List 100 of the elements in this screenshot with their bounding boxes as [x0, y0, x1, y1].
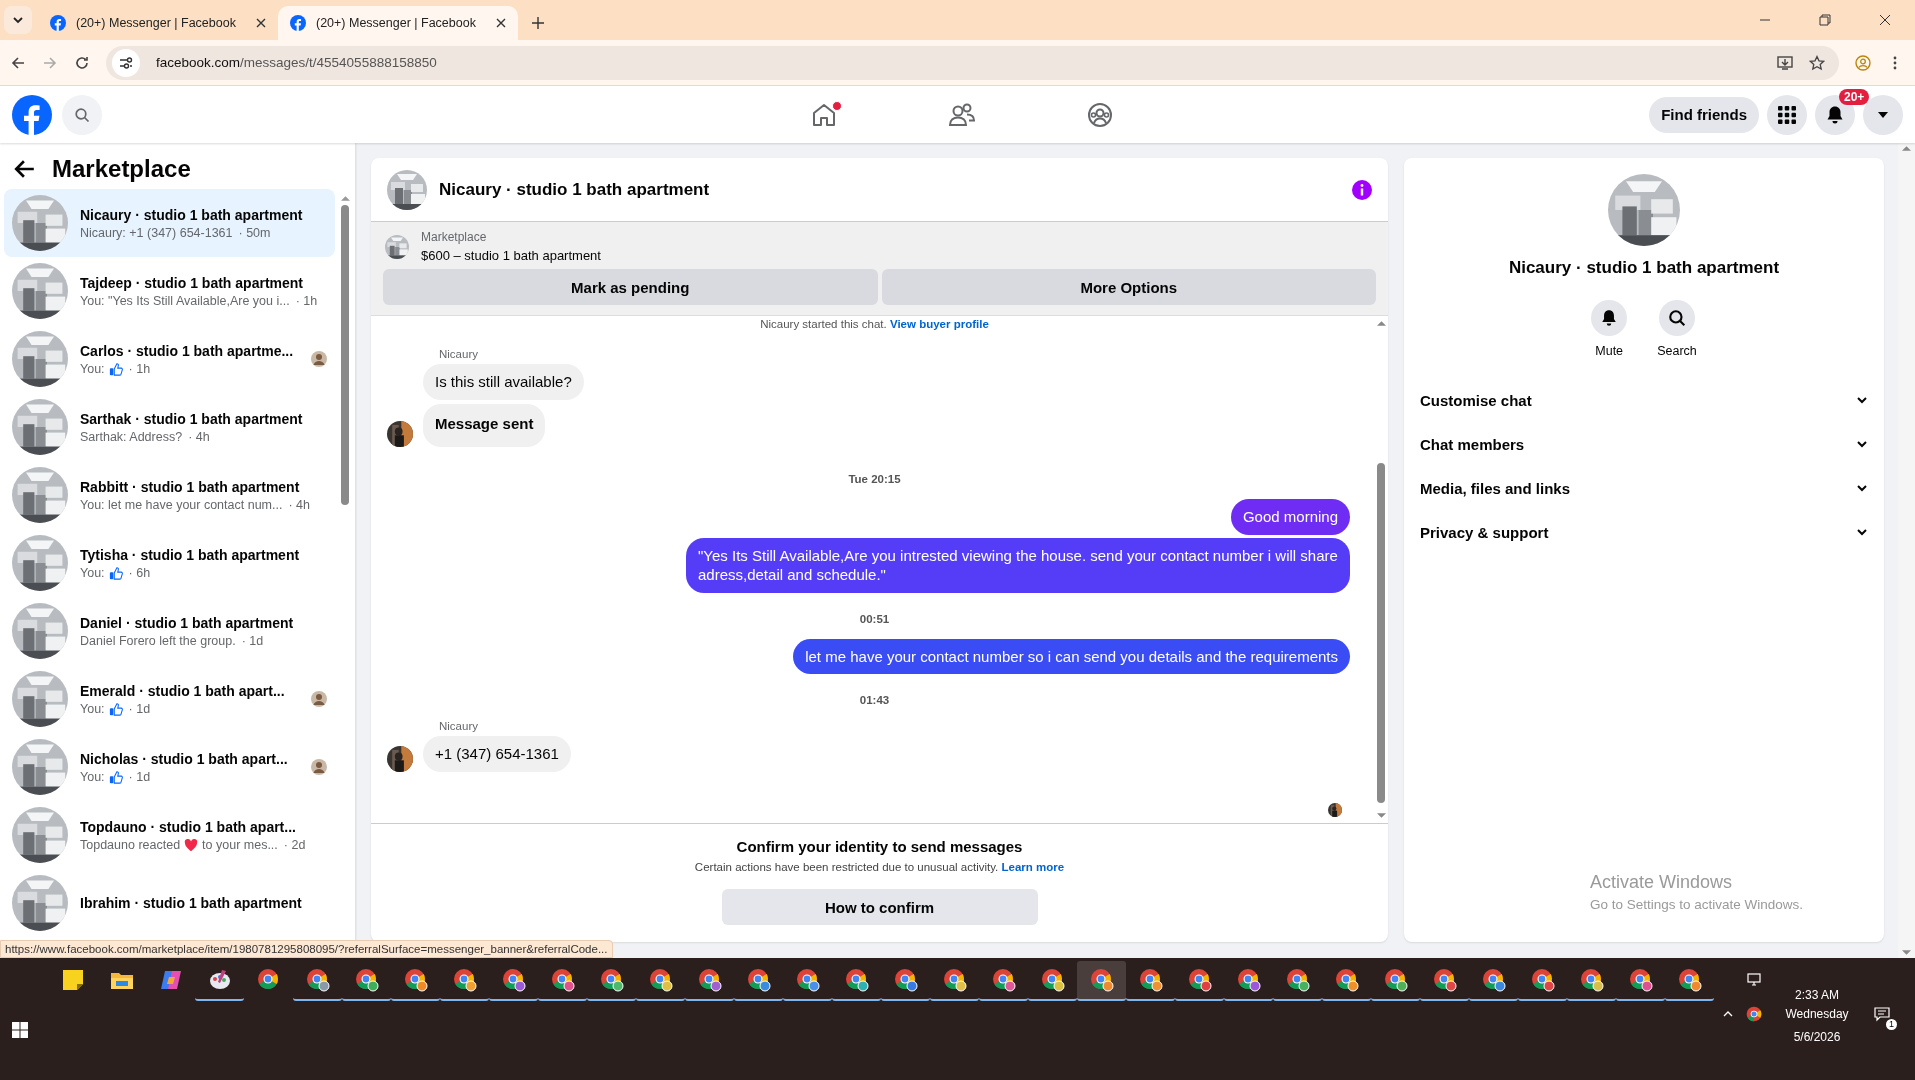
windows-start-icon[interactable]	[12, 1022, 28, 1038]
scroll-up-icon[interactable]	[340, 195, 350, 201]
thumbs-up-icon	[108, 701, 123, 716]
conversation-item[interactable]: Sarthak · studio 1 bath apartment Sarthak: Address? · 4h	[4, 393, 335, 461]
browser-profile-icon	[991, 968, 1016, 992]
conversation-item[interactable]: Topdauno · studio 1 bath apart... Topdauno reacted to your mes... · 2d	[4, 801, 335, 869]
browser-profile-icon	[1089, 968, 1114, 992]
clock-time[interactable]: 2:33 AM	[1795, 988, 1839, 1002]
scrollbar-thumb[interactable]	[1377, 463, 1385, 803]
conversation-title: Nicholas · studio 1 bath apart...	[80, 750, 289, 767]
conversation-item[interactable]: Rabbitt · studio 1 bath apartment You: let me have your contact num... · 4h	[4, 461, 335, 529]
time-label: · 1h	[128, 361, 151, 376]
copilot-icon	[158, 968, 183, 992]
info-icon[interactable]	[1352, 179, 1372, 200]
clock-day[interactable]: Wednesday	[1785, 1007, 1849, 1021]
scroll-down-icon[interactable]	[1376, 813, 1386, 819]
thumbs-up-icon	[108, 361, 123, 376]
notification-center-icon[interactable]	[1874, 1006, 1890, 1022]
time-label: · 4h	[288, 497, 310, 512]
tab-title: (20+) Messenger | Facebook	[316, 16, 477, 30]
accordion-item[interactable]: Media, files and links	[1418, 466, 1870, 510]
accordion-item[interactable]: Customise chat	[1418, 378, 1870, 422]
activation-notice-title: Activate Windows	[1590, 872, 1734, 893]
caret-icon	[12, 14, 24, 26]
conversation-item[interactable]: Ibrahim · studio 1 bath apartment	[4, 869, 335, 937]
scrollbar-thumb[interactable]	[341, 205, 349, 505]
timestamp: 01:43	[858, 694, 891, 706]
close-icon[interactable]	[1879, 14, 1891, 26]
buyer-profile-link[interactable]: View buyer profile	[889, 318, 989, 330]
palette-icon	[207, 968, 232, 992]
bell-icon	[1825, 104, 1845, 125]
conversation-item[interactable]: Carlos · studio 1 bath apartme... You: · 1h	[4, 325, 335, 393]
scroll-up-icon[interactable]	[1376, 320, 1386, 326]
message-preview: You:	[80, 565, 105, 580]
how-to-confirm-button[interactable]: How to confirm	[721, 889, 1038, 925]
accordion-item[interactable]: Privacy & support	[1418, 510, 1870, 554]
back-arrow-icon[interactable]	[14, 158, 36, 180]
browser-profile-icon	[305, 968, 330, 992]
search-icon	[74, 106, 90, 123]
listing-button[interactable]: More Options	[881, 269, 1376, 305]
close-icon[interactable]	[496, 18, 506, 28]
menu-button[interactable]	[1767, 94, 1807, 135]
close-icon[interactable]	[256, 18, 266, 28]
conversation-item[interactable]: Emerald · studio 1 bath apart... You: · 1d	[4, 665, 335, 733]
conversation-title: Emerald · studio 1 bath apart...	[80, 682, 286, 699]
find-friends-button[interactable]: Find friends	[1649, 96, 1759, 133]
back-icon[interactable]	[10, 54, 26, 71]
conversation-item[interactable]: Tajdeep · studio 1 bath apartment You: "Yes Its Still Available,Are you i... · 1h	[4, 257, 335, 325]
scroll-down-icon[interactable]	[1902, 950, 1911, 956]
message-preview: You: "Yes Its Still Available,Are you i...	[80, 293, 290, 308]
clock-date[interactable]: 5/6/2026	[1793, 1030, 1841, 1044]
conversation-item[interactable]: Nicaury · studio 1 bath apartment Nicaury: +1 (347) 654-1361 · 50m	[4, 189, 335, 257]
message-bubble: +1 (347) 654-1361	[423, 736, 571, 772]
action-button[interactable]	[1659, 300, 1695, 336]
url-text: facebook.com/messages/t/4554055888158850	[156, 55, 437, 70]
accordion-item[interactable]: Chat members	[1418, 422, 1870, 466]
star-icon[interactable]	[1809, 54, 1825, 71]
message-preview: Daniel Forero left the group.	[80, 633, 236, 648]
address-field[interactable]: facebook.com/messages/t/4554055888158850	[106, 45, 1839, 80]
section-label: Chat members	[1420, 435, 1525, 453]
listing-button[interactable]: Mark as pending	[383, 269, 878, 305]
scroll-up-icon[interactable]	[1902, 145, 1911, 151]
sender-name: Nicaury	[439, 720, 479, 732]
message-preview: Topdauno reacted	[80, 837, 181, 852]
browser-icon[interactable]	[1746, 1006, 1762, 1022]
action-label: Mute	[1595, 344, 1624, 358]
install-icon[interactable]	[1777, 54, 1793, 71]
conversation-title: Tajdeep · studio 1 bath apartment	[80, 274, 304, 291]
thumbs-up-icon	[108, 769, 123, 784]
taskbar-app[interactable]	[1077, 961, 1126, 1001]
conversation-title: Topdauno · studio 1 bath apart...	[80, 818, 297, 835]
browser-tab[interactable]: (20+) Messenger | Facebook	[38, 6, 278, 40]
browser-tab[interactable]: (20+) Messenger | Facebook	[278, 6, 518, 40]
account-button[interactable]	[1863, 94, 1903, 135]
browser-profile-icon	[1187, 968, 1212, 992]
conversation-item[interactable]: Daniel · studio 1 bath apartment Daniel Forero left the group. · 1d	[4, 597, 335, 665]
restore-icon[interactable]	[1819, 14, 1831, 26]
learn-more-link[interactable]: Learn more	[1001, 861, 1065, 873]
tab-list-button[interactable]	[4, 6, 32, 34]
message-preview: You: let me have your contact num...	[80, 497, 283, 512]
profile-icon[interactable]	[1855, 54, 1871, 71]
reload-icon[interactable]	[74, 54, 90, 71]
new-tab-icon[interactable]	[532, 17, 544, 29]
browser-profile-icon	[1285, 968, 1310, 992]
details-title: Nicaury · studio 1 bath apartment	[1508, 258, 1780, 278]
facebook-logo-icon[interactable]	[12, 94, 52, 135]
conversation-item[interactable]: Tytisha · studio 1 bath apartment You: · 6h	[4, 529, 335, 597]
conversation-title: Nicaury · studio 1 bath apartment	[80, 206, 304, 223]
conversation-item[interactable]: Nicholas · studio 1 bath apart... You: · 1d	[4, 733, 335, 801]
message-bubble: Message sent	[423, 403, 546, 447]
browser-profile-icon	[1481, 968, 1506, 992]
scrollbar[interactable]	[1898, 143, 1915, 958]
time-label: · 4h	[188, 429, 210, 444]
action-button[interactable]	[1591, 300, 1628, 336]
network-icon[interactable]	[1746, 972, 1762, 988]
conversation-title: Carlos · studio 1 bath apartme...	[80, 342, 295, 359]
search-button[interactable]	[62, 94, 102, 135]
message-bubble: Is this still available?	[423, 364, 584, 400]
activation-notice-text: Go to Settings to activate Windows.	[1590, 897, 1804, 912]
message-preview: to your mes...	[202, 837, 278, 852]
